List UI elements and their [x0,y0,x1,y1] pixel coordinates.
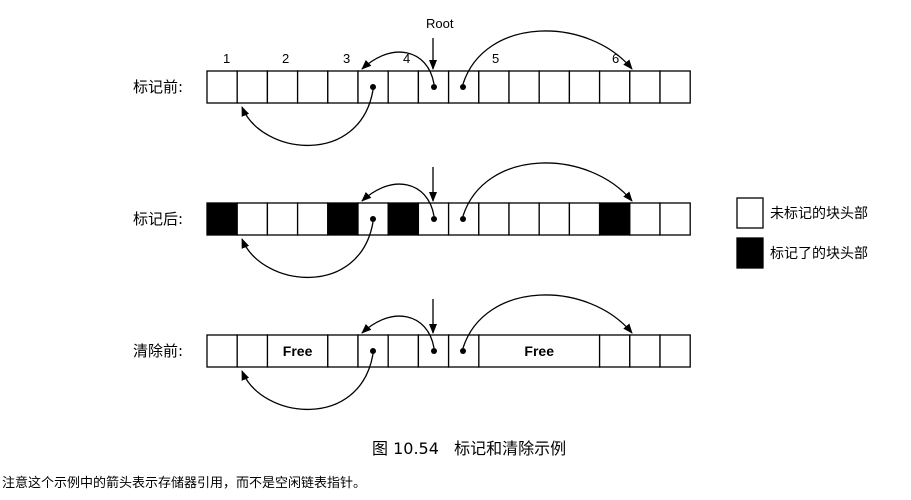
marked-header-cell [206,202,238,236]
heap-cell [236,334,269,368]
heap-cell [387,70,420,104]
block-numbers: 123456 [223,51,619,66]
block-number: 3 [343,51,350,66]
heap-cell [266,202,299,236]
heap-cell [659,202,691,236]
heap-cell [538,202,571,236]
pointer-dot [460,84,466,90]
heap-cell [598,334,631,368]
pointer-dot [431,348,437,354]
row-label: 清除前: [133,342,183,360]
heap-cell [296,70,329,104]
pointer-dot [370,348,376,354]
heap-cell [296,202,329,236]
block-number: 1 [223,51,230,66]
marked-header-cell [598,202,631,236]
pointer-dot [370,216,376,222]
pointer-dot [460,216,466,222]
free-label: Free [524,343,554,359]
heap-cell [387,334,420,368]
figure-caption: 图 10.54 标记和清除示例 [372,439,566,458]
heap-cell [568,202,601,236]
free-label: Free [283,343,313,359]
heap-cell [568,70,601,104]
row-label: 标记后: [133,210,183,228]
heap-cell [538,70,571,104]
marked-header-cell [387,202,420,236]
heap-cell [659,70,691,104]
pointer-dot [431,84,437,90]
legend-label: 标记了的块头部 [770,246,868,262]
mark-sweep-diagram: Root 123456 标记前:标记后:清除前: Free Free 未标记的块头部… [2,16,868,491]
heap-cell [629,70,661,104]
pointer-dot [370,84,376,90]
heap-cell [236,202,269,236]
footnote: 注意这个示例中的箭头表示存储器引用，而不是空闲链表指针。 [2,475,366,491]
block-number: 2 [282,51,289,66]
legend-label: 未标记的块头部 [770,206,868,222]
heap-cell [206,334,238,368]
heap-cell [327,334,359,368]
pointer-dot [460,348,466,354]
heap-cell [508,202,540,236]
heap-cell [478,202,510,236]
legend-unmarked-swatch [736,197,764,229]
pointer-dot [431,216,437,222]
heap-rows: 标记前: 标记后: 清除前: Free Free [133,70,691,368]
heap-cell [508,70,540,104]
row-label: 标记前: [133,78,183,96]
root-label: Root [426,16,454,31]
legend-marked-swatch [736,237,764,269]
heap-cell [206,70,238,104]
heap-cell [629,202,661,236]
heap-row: 清除前: Free Free [133,334,691,368]
block-number: 5 [492,51,499,66]
heap-row: 标记前: [133,70,691,104]
heap-cell [629,334,661,368]
heap-cell [236,70,269,104]
marked-header-cell [327,202,359,236]
heap-cell [327,70,359,104]
heap-cell [266,70,299,104]
heap-cell [659,334,691,368]
heap-cell [598,70,631,104]
legend: 未标记的块头部标记了的块头部 [736,197,868,269]
heap-cell [478,70,510,104]
heap-row: 标记后: [133,202,691,236]
